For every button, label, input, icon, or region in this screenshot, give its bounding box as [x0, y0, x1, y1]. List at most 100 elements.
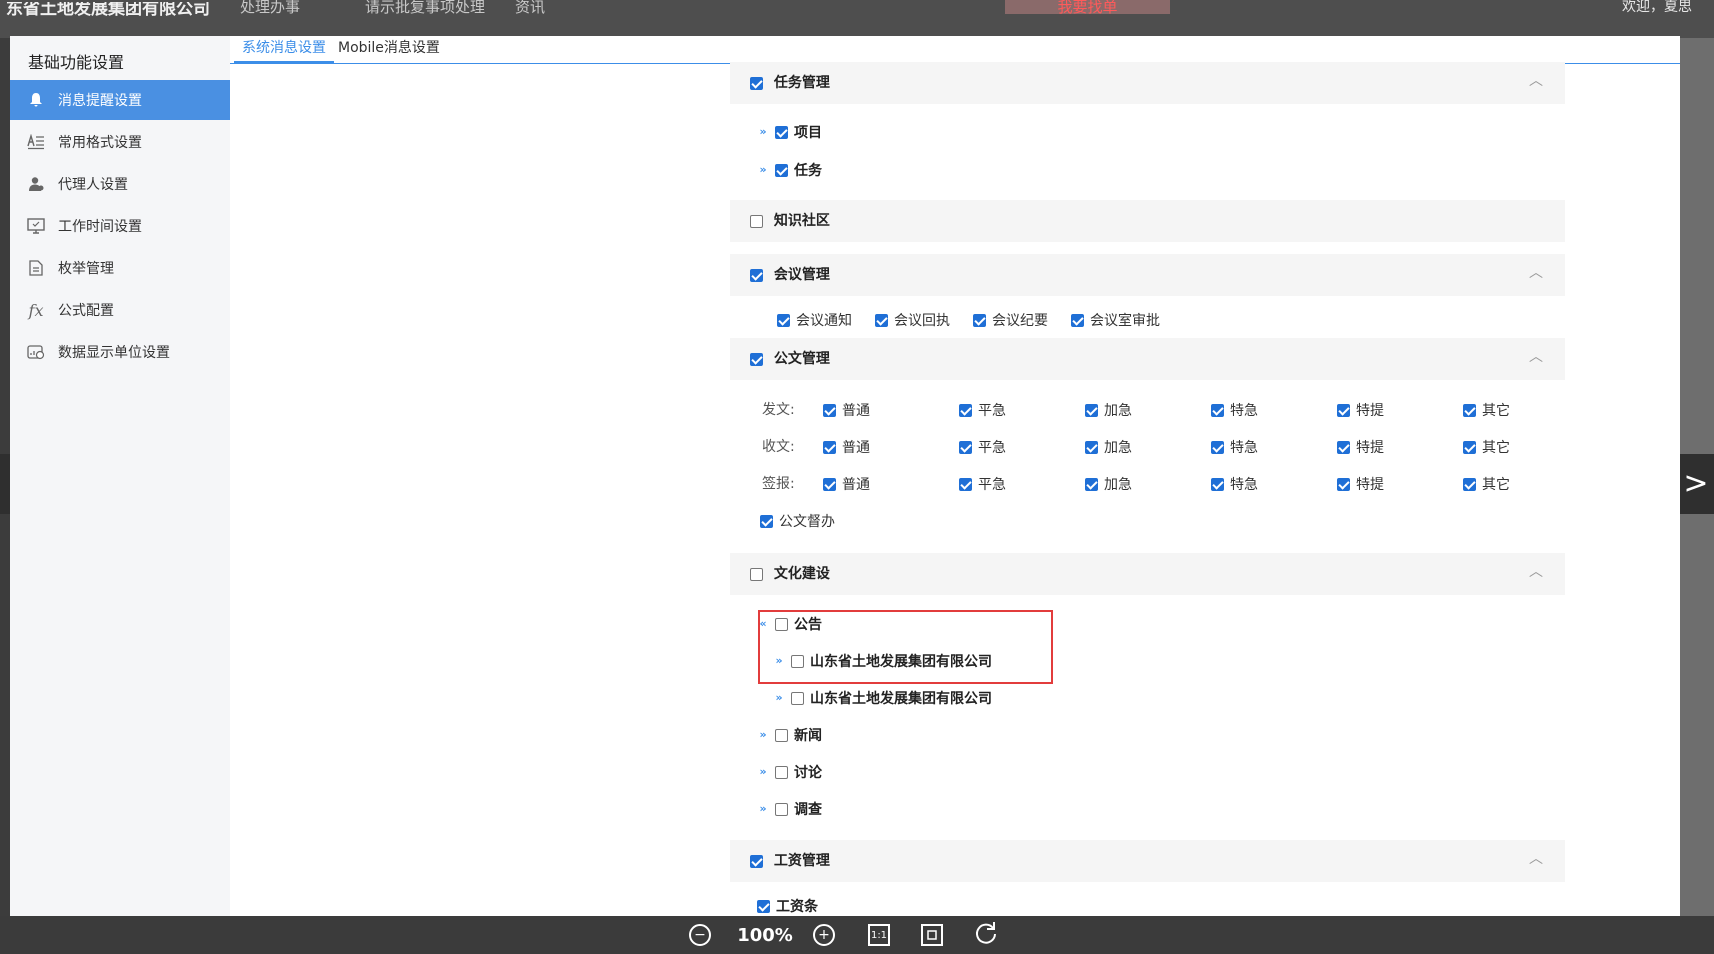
- fit-screen-icon: [921, 924, 943, 946]
- option-label: 特提: [1356, 440, 1384, 456]
- section-title: 任务管理: [773, 75, 830, 91]
- knowledge-community-checkbox[interactable]: [750, 214, 763, 228]
- option-label: 其它: [1482, 477, 1510, 493]
- company-checkbox[interactable]: [791, 691, 804, 705]
- section-meeting-management[interactable]: 会议管理 ︿: [730, 254, 1565, 296]
- doc-option: 特提: [1337, 437, 1384, 457]
- section-title-wrap: 会议管理: [750, 254, 830, 296]
- expand-chevron-icon[interactable]: »: [773, 692, 785, 704]
- list-item: » 调查: [757, 799, 822, 819]
- item-label: 项目: [794, 125, 822, 141]
- list-item: » 讨论: [757, 762, 822, 782]
- doc-option-checkbox[interactable]: [959, 477, 972, 491]
- meeting-option-checkbox[interactable]: [875, 313, 888, 327]
- doc-option-checkbox[interactable]: [823, 477, 836, 491]
- expand-chevron-icon[interactable]: »: [757, 729, 769, 741]
- doc-option-checkbox[interactable]: [1337, 440, 1350, 454]
- task-checkbox[interactable]: [775, 163, 788, 177]
- doc-option-checkbox[interactable]: [1463, 440, 1476, 454]
- option-label: 公文督办: [779, 514, 835, 530]
- section-knowledge-community[interactable]: 知识社区: [730, 200, 1565, 242]
- section-salary[interactable]: 工资管理 ︿: [730, 840, 1565, 882]
- actual-size-icon: 1:1: [868, 924, 890, 946]
- expand-chevron-icon[interactable]: »: [757, 164, 769, 176]
- doc-option-checkbox[interactable]: [1211, 403, 1224, 417]
- meeting-option: 会议纪要: [973, 310, 1048, 330]
- option-label: 特提: [1356, 403, 1384, 419]
- section-document-management[interactable]: 公文管理 ︿: [730, 338, 1565, 380]
- news-checkbox[interactable]: [775, 728, 788, 742]
- doc-option-checkbox[interactable]: [823, 403, 836, 417]
- doc-option-checkbox[interactable]: [1085, 440, 1098, 454]
- next-page-arrow[interactable]: >: [1678, 454, 1714, 514]
- doc-option-checkbox[interactable]: [1337, 403, 1350, 417]
- list-item: » 新闻: [757, 725, 822, 745]
- project-checkbox[interactable]: [775, 125, 788, 139]
- meeting-management-checkbox[interactable]: [750, 268, 763, 282]
- doc-option: 其它: [1463, 437, 1510, 457]
- culture-checkbox[interactable]: [750, 567, 763, 581]
- collapse-chevron-icon[interactable]: ︿: [1529, 852, 1543, 866]
- section-title-wrap: 任务管理: [750, 62, 830, 104]
- doc-option-checkbox[interactable]: [1211, 440, 1224, 454]
- survey-checkbox[interactable]: [775, 802, 788, 816]
- doc-option: 其它: [1463, 474, 1510, 494]
- doc-option: 特急: [1211, 437, 1258, 457]
- doc-option-checkbox[interactable]: [1463, 477, 1476, 491]
- meeting-option-checkbox[interactable]: [1071, 313, 1084, 327]
- doc-option: 特提: [1337, 474, 1384, 494]
- document-management-checkbox[interactable]: [750, 352, 763, 366]
- meeting-option-checkbox[interactable]: [973, 313, 986, 327]
- doc-option: 普通: [823, 474, 870, 494]
- discussion-checkbox[interactable]: [775, 765, 788, 779]
- highlight-annotation-box: [758, 610, 1053, 684]
- option-label: 普通: [842, 477, 870, 493]
- task-management-checkbox[interactable]: [750, 76, 763, 90]
- option-label: 会议回执: [894, 313, 950, 329]
- option-label: 普通: [842, 403, 870, 419]
- section-task-management[interactable]: 任务管理 ︿: [730, 62, 1565, 104]
- expand-chevron-icon[interactable]: »: [757, 766, 769, 778]
- meeting-option: 会议室审批: [1071, 310, 1160, 330]
- doc-category-label: 签报:: [762, 476, 795, 492]
- doc-option: 普通: [823, 437, 870, 457]
- expand-chevron-icon[interactable]: »: [757, 803, 769, 815]
- doc-supervise-checkbox[interactable]: [760, 514, 773, 528]
- doc-option-checkbox[interactable]: [1463, 403, 1476, 417]
- meeting-option: 会议回执: [875, 310, 950, 330]
- section-title-wrap: 文化建设: [750, 553, 830, 595]
- doc-option-checkbox[interactable]: [1085, 403, 1098, 417]
- section-title-wrap: 工资管理: [750, 840, 830, 882]
- collapse-chevron-icon[interactable]: ︿: [1529, 74, 1543, 88]
- option-label: 特提: [1356, 477, 1384, 493]
- doc-option-checkbox[interactable]: [959, 440, 972, 454]
- rotate-icon: [973, 920, 999, 950]
- doc-option-checkbox[interactable]: [1211, 477, 1224, 491]
- collapse-chevron-icon[interactable]: ︿: [1529, 350, 1543, 364]
- doc-option-checkbox[interactable]: [959, 403, 972, 417]
- option-label: 其它: [1482, 403, 1510, 419]
- doc-option-checkbox[interactable]: [1085, 477, 1098, 491]
- meeting-option-checkbox[interactable]: [777, 313, 790, 327]
- doc-option-checkbox[interactable]: [823, 440, 836, 454]
- option-label: 特急: [1230, 477, 1258, 493]
- doc-supervise-option: 公文督办: [760, 511, 835, 531]
- payslip-checkbox[interactable]: [757, 899, 770, 913]
- actual-size-button[interactable]: 1:1: [865, 922, 893, 948]
- item-label: 任务: [794, 163, 822, 179]
- collapse-chevron-icon[interactable]: ︿: [1529, 266, 1543, 280]
- option-label: 普通: [842, 440, 870, 456]
- option-label: 平急: [978, 440, 1006, 456]
- item-label: 讨论: [794, 765, 822, 781]
- option-label: 平急: [978, 403, 1006, 419]
- collapse-chevron-icon[interactable]: ︿: [1529, 565, 1543, 579]
- expand-chevron-icon[interactable]: »: [757, 126, 769, 138]
- settings-content: 任务管理 ︿ » 项目 » 任务 知识社区 会议管理 ︿ 会议通知 会议回执 会…: [0, 0, 1670, 915]
- rotate-button[interactable]: [972, 922, 1000, 948]
- doc-option-checkbox[interactable]: [1337, 477, 1350, 491]
- fit-screen-button[interactable]: [918, 922, 946, 948]
- zoom-in-button[interactable]: +: [810, 922, 838, 948]
- section-culture[interactable]: 文化建设 ︿: [730, 553, 1565, 595]
- zoom-out-button[interactable]: −: [686, 922, 714, 948]
- salary-management-checkbox[interactable]: [750, 854, 763, 868]
